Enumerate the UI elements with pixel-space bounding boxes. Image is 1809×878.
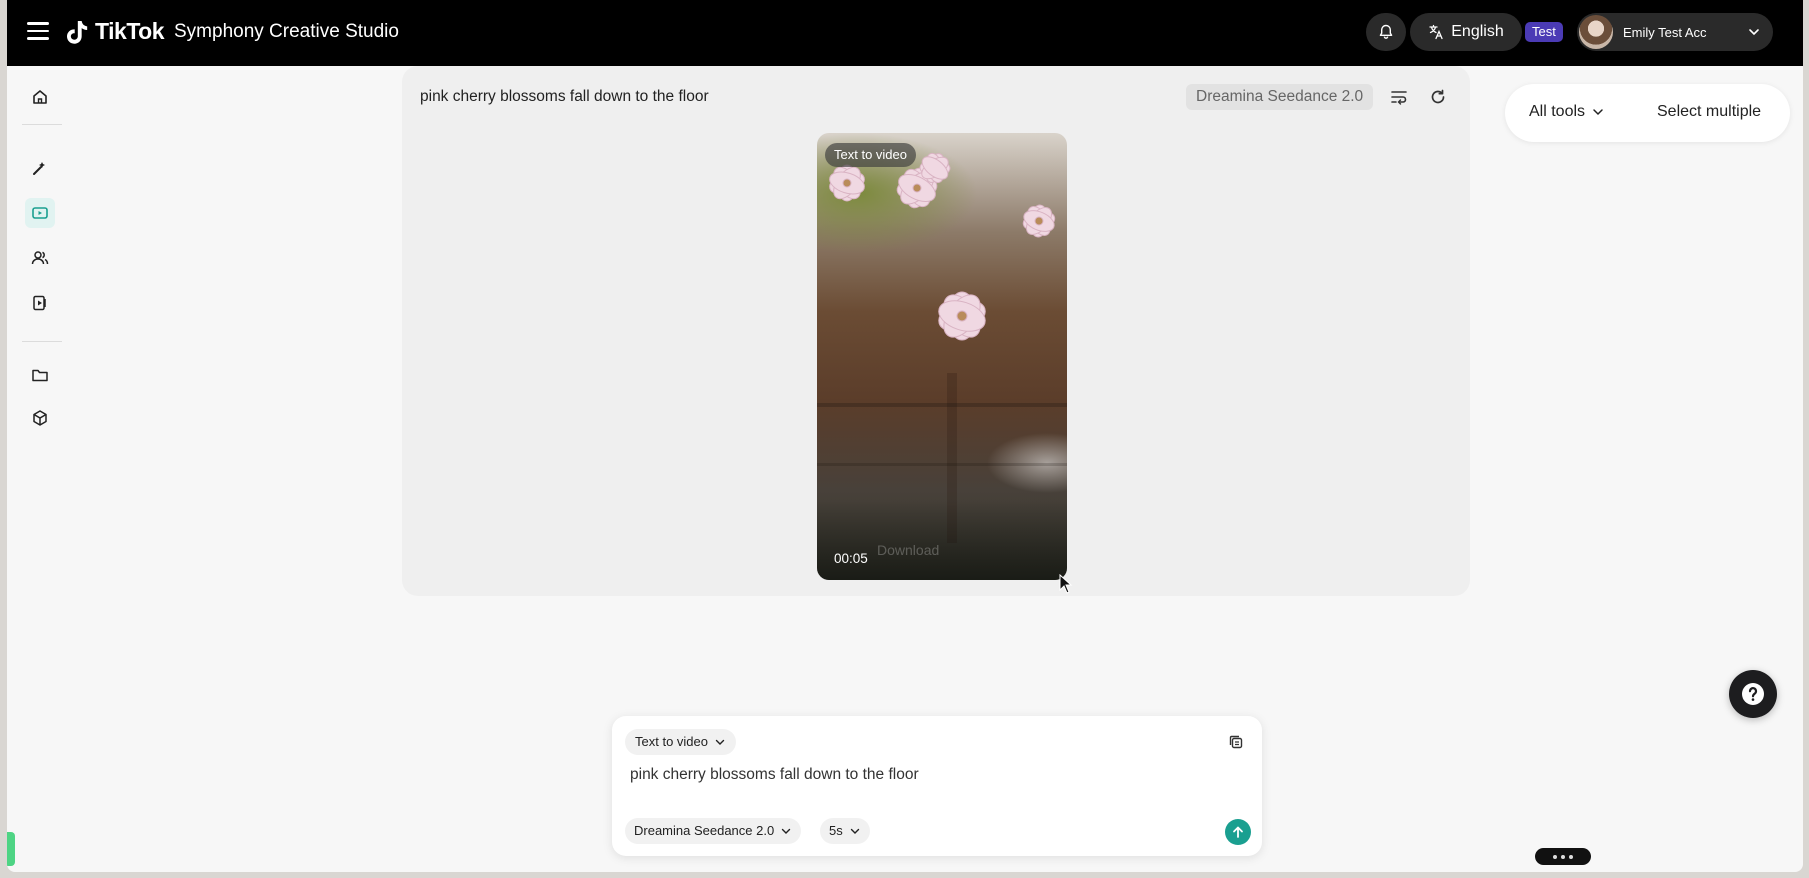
language-button[interactable]: English [1410,13,1522,51]
model-dropdown[interactable]: Dreamina Seedance 2.0 [625,818,802,844]
product-name: Symphony Creative Studio [174,20,399,42]
sidebar-item-assets[interactable] [25,403,55,433]
menu-icon[interactable] [27,22,49,40]
sidebar [7,66,67,872]
reuse-prompt-button[interactable] [1387,85,1411,109]
folder-icon [32,369,48,382]
prompt-input[interactable]: pink cherry blossoms fall down to the fl… [630,766,919,784]
chevron-down-icon [715,739,725,745]
video-duration: 00:05 [834,551,868,566]
send-button[interactable] [1225,819,1251,845]
cube-icon [33,410,47,426]
all-tools-label: All tools [1529,103,1586,120]
video-controls-overlay [817,500,1067,580]
tiktok-logo-icon [67,20,88,44]
download-button[interactable]: Download [877,542,939,558]
generated-video[interactable]: Text to video 00:05 Download [817,133,1067,580]
chevron-down-icon [782,828,791,834]
sidebar-divider [22,341,62,342]
tools-panel: All tools Select multiple [1505,84,1790,142]
brand[interactable]: TikTok Symphony Creative Studio [67,18,399,45]
sidebar-divider [22,124,62,125]
side-handle[interactable] [7,832,15,866]
sidebar-item-home[interactable] [25,82,55,112]
chevron-down-icon [850,828,859,834]
top-bar: TikTok Symphony Creative Studio English … [7,0,1803,66]
sidebar-item-video-translate[interactable] [25,288,55,318]
duration-dropdown[interactable]: 5s [820,818,870,844]
video-translate-icon [33,295,46,311]
env-badge: Test [1525,22,1563,42]
sidebar-item-magic[interactable] [25,153,55,183]
arrow-up-icon [1233,826,1243,838]
mode-label: Text to video [635,734,708,749]
avatars-icon [31,251,49,265]
regenerate-button[interactable] [1426,85,1450,109]
brand-name: TikTok [95,18,165,44]
more-options-pill[interactable] [1535,848,1591,865]
video-mode-tag: Text to video [825,143,916,167]
notifications-button[interactable] [1366,13,1406,51]
question-icon [1742,683,1764,705]
avatar [1579,15,1613,49]
user-menu[interactable]: Emily Test Acc [1577,13,1773,51]
app-frame: TikTok Symphony Creative Studio English … [7,0,1803,872]
language-label: English [1451,23,1504,40]
generation-card: pink cherry blossoms fall down to the fl… [402,66,1470,596]
model-label: Dreamina Seedance 2.0 [634,823,775,838]
wrap-text-icon [1391,91,1407,105]
translate-icon [1429,24,1443,40]
prompt-composer: Text to video pink cherry blossoms fall … [612,716,1262,856]
home-icon [33,90,47,104]
mouse-cursor-icon [1059,574,1073,594]
video-studio-icon [32,207,48,219]
sidebar-item-avatars[interactable] [25,243,55,273]
sidebar-item-folders[interactable] [25,360,55,390]
all-tools-dropdown[interactable]: All tools [1529,103,1605,121]
model-badge: Dreamina Seedance 2.0 [1186,84,1374,110]
generation-prompt: pink cherry blossoms fall down to the fl… [420,88,709,105]
user-name: Emily Test Acc [1623,24,1707,40]
mode-dropdown[interactable]: Text to video [625,729,736,755]
refresh-icon [1431,89,1445,104]
copy-icon [1229,735,1243,749]
help-button[interactable] [1729,670,1777,718]
chevron-down-icon [1593,109,1603,116]
chevron-down-icon [1749,29,1759,36]
copy-button[interactable] [1227,733,1247,753]
magic-wand-icon [33,162,45,175]
duration-label: 5s [829,823,843,838]
sidebar-item-video-studio[interactable] [25,198,55,228]
bell-icon [1379,24,1393,39]
select-multiple-button[interactable]: Select multiple [1657,103,1761,121]
